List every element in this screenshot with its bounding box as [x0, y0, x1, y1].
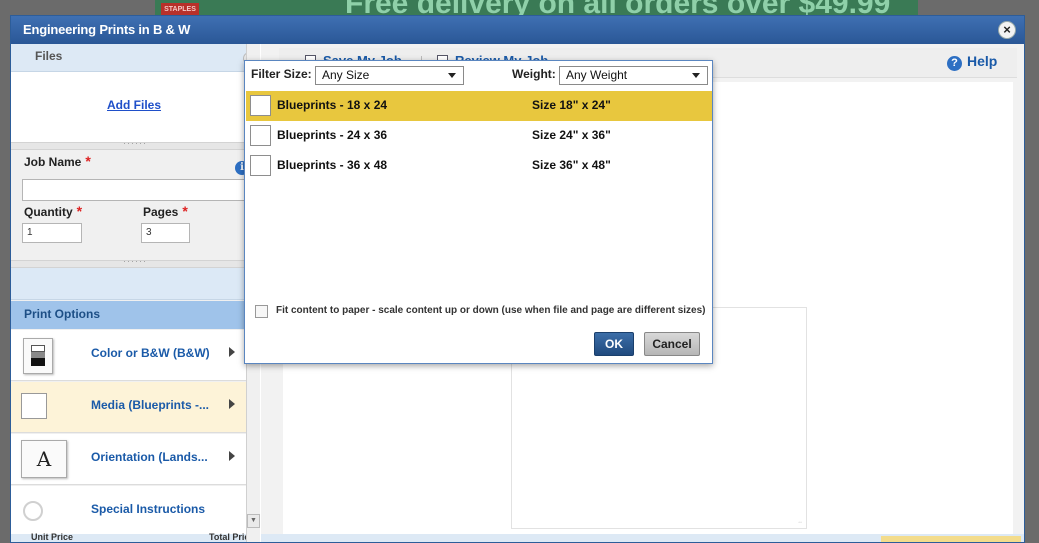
- chevron-right-icon: [229, 451, 235, 461]
- option-color-bw[interactable]: Color or B&W (B&W): [11, 330, 256, 381]
- window-title: Engineering Prints in B & W: [23, 22, 191, 37]
- files-drop-area: Add Files: [11, 72, 256, 142]
- media-name: Blueprints - 18 x 24: [277, 98, 388, 112]
- option-special-instructions[interactable]: Special Instructions: [11, 486, 256, 537]
- job-name-input[interactable]: [22, 179, 256, 201]
- dropdown-arrow-icon: [448, 73, 456, 78]
- resize-handle-job[interactable]: [11, 256, 256, 268]
- required-marker: *: [182, 203, 188, 219]
- media-thumbnail: [250, 95, 271, 116]
- spacer-strip: [11, 268, 256, 300]
- job-name-label: Job Name *: [24, 153, 91, 169]
- pages-label: Pages *: [143, 203, 188, 219]
- special-instructions-icon: [23, 501, 43, 521]
- media-name: Blueprints - 36 x 48: [277, 158, 388, 172]
- weight-value: Any Weight: [566, 68, 628, 82]
- media-selection-dialog: Filter Size: Any Size Weight: Any Weight…: [244, 60, 713, 364]
- print-options-header: Print Options: [11, 301, 256, 329]
- left-panel: Files ▼ Add Files Job Name* i Quantity* …: [11, 44, 260, 542]
- resize-handle-files[interactable]: [11, 138, 256, 150]
- print-options-title: Print Options: [24, 307, 100, 321]
- cancel-button[interactable]: Cancel: [644, 332, 700, 356]
- media-icon: [21, 393, 47, 419]
- media-option-row[interactable]: Blueprints - 18 x 24 Size 18" x 24": [246, 91, 712, 121]
- media-size: Size 36" x 48": [532, 158, 611, 172]
- option-orientation[interactable]: A Orientation (Lands...: [11, 434, 256, 485]
- scroll-down-arrow-icon[interactable]: ▼: [247, 514, 260, 528]
- page-marker: ▫▫: [798, 520, 802, 526]
- option-label: Orientation (Lands...: [91, 450, 208, 464]
- close-window-button[interactable]: ×: [998, 21, 1016, 39]
- weight-label: Weight:: [512, 67, 556, 81]
- media-option-row[interactable]: Blueprints - 36 x 48 Size 36" x 48": [246, 151, 712, 181]
- option-label: Color or B&W (B&W): [91, 346, 210, 360]
- required-marker: *: [85, 153, 91, 169]
- media-name: Blueprints - 24 x 36: [277, 128, 388, 142]
- job-details-section: Job Name * i Quantity * Pages * 1 3: [11, 150, 256, 260]
- required-marker: *: [76, 203, 83, 219]
- chevron-right-icon: [229, 399, 235, 409]
- help-link[interactable]: Help: [967, 53, 997, 69]
- filter-size-value: Any Size: [322, 68, 370, 82]
- option-media[interactable]: Media (Blueprints -...: [11, 382, 256, 433]
- unit-price-label: Unit Price: [31, 532, 74, 542]
- color-bw-icon: [23, 338, 53, 374]
- chevron-right-icon: [229, 347, 235, 357]
- fit-content-label: Fit content to paper - scale content up …: [276, 305, 706, 316]
- option-label: Media (Blueprints -...: [91, 398, 210, 412]
- media-size: Size 18" x 24": [532, 98, 611, 112]
- files-section-header[interactable]: Files ▼: [11, 44, 256, 72]
- media-option-row[interactable]: Blueprints - 24 x 36 Size 24" x 36": [246, 121, 712, 151]
- quantity-label: Quantity *: [24, 203, 83, 219]
- media-size: Size 24" x 36": [532, 128, 611, 142]
- weight-select[interactable]: Any Weight: [559, 66, 708, 85]
- bottom-status-bar: [261, 534, 1024, 542]
- price-bar: Unit Price Total Price: [11, 532, 256, 542]
- filter-size-select[interactable]: Any Size: [315, 66, 464, 85]
- ok-button[interactable]: OK: [594, 332, 634, 356]
- fit-content-checkbox[interactable]: [255, 305, 268, 318]
- pages-input[interactable]: 3: [141, 223, 190, 243]
- orientation-icon: A: [21, 440, 67, 478]
- help-icon[interactable]: ?: [947, 56, 962, 71]
- window-titlebar: Engineering Prints in B & W ×: [11, 16, 1024, 44]
- add-to-cart-strip[interactable]: [881, 536, 1021, 542]
- dropdown-arrow-icon: [692, 73, 700, 78]
- media-thumbnail: [250, 125, 271, 146]
- filter-size-label: Filter Size:: [251, 67, 312, 81]
- option-label: Special Instructions: [91, 502, 206, 516]
- files-section-title: Files: [35, 49, 63, 63]
- add-files-link[interactable]: Add Files: [107, 98, 161, 112]
- quantity-input[interactable]: 1: [22, 223, 82, 243]
- media-thumbnail: [250, 155, 271, 176]
